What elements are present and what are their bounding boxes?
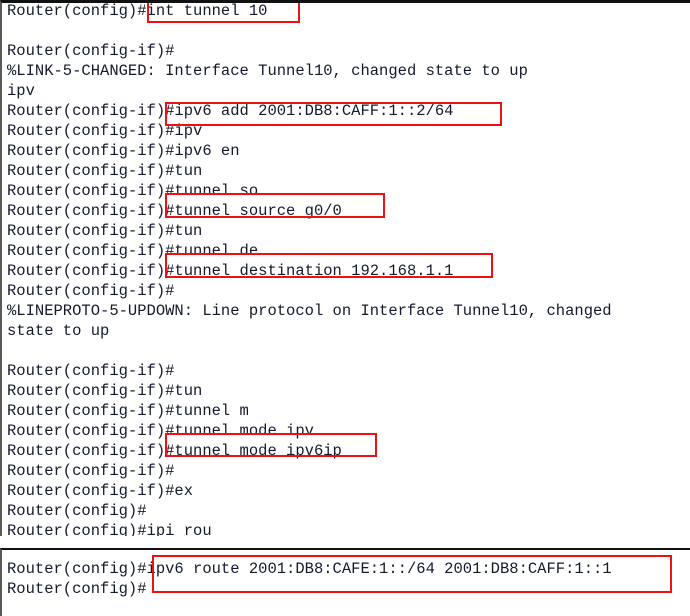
terminal-line: Router(config)# <box>7 580 147 598</box>
terminal-line: Router(config-if)#ipv <box>7 122 203 140</box>
terminal-line: Router(config-if)#ipv6 add 2001:DB8:CAFF… <box>7 102 454 120</box>
terminal-line: Router(config-if)#tun <box>7 382 203 400</box>
terminal-line: Router(config-if)# <box>7 42 175 60</box>
terminal-line: Router(config)# <box>7 502 147 520</box>
terminal-output-top[interactable]: Router(config)#int tunnel 10 Router(conf… <box>2 2 690 536</box>
terminal-line: %LINK-5-CHANGED: Interface Tunnel10, cha… <box>7 62 528 80</box>
terminal-line: Router(config-if)# <box>7 282 175 300</box>
terminal-line: ipv <box>7 82 35 100</box>
terminal-line-clipped: Router(config)#ipv6 route 2001:DB8:CAFE:… <box>2 550 690 559</box>
terminal-line: Router(config)#ipi rou <box>7 522 212 536</box>
terminal-line: Router(config-if)#ipv6 en <box>7 142 240 160</box>
terminal-line: Router(config-if)#tunnel so <box>7 182 259 200</box>
terminal-line: Router(config-if)# <box>7 462 175 480</box>
terminal-line: Router(config-if)#tunnel source g0/0 <box>7 202 342 220</box>
terminal-line: state to up <box>7 322 110 340</box>
console-panel-top: Router(config)#int tunnel 10 Router(conf… <box>0 0 690 536</box>
terminal-line: Router(config-if)#tunnel mode ipv <box>7 422 314 440</box>
terminal-line: Router(config)#ipv6 route 2001:DB8:CAFE:… <box>7 560 612 578</box>
terminal-line: Router(config-if)#tunnel de <box>7 242 259 260</box>
terminal-line: Router(config-if)#ex <box>7 482 194 500</box>
terminal-line: %LINEPROTO-5-UPDOWN: Line protocol on In… <box>7 302 612 320</box>
terminal-line: Router(config-if)# <box>7 362 175 380</box>
terminal-output-bottom[interactable]: Router(config)#ipv6 route 2001:DB8:CAFE:… <box>2 550 690 599</box>
terminal-line: Router(config-if)#tunnel destination 192… <box>7 262 454 280</box>
terminal-line: Router(config-if)#tunnel mode ipv6ip <box>7 442 342 460</box>
terminal-line: Router(config-if)#tun <box>7 222 203 240</box>
terminal-line: Router(config-if)#tun <box>7 162 203 180</box>
console-panel-bottom: Router(config)#ipv6 route 2001:DB8:CAFE:… <box>0 548 690 616</box>
terminal-line: Router(config-if)#tunnel m <box>7 402 249 420</box>
terminal-line: Router(config)#int tunnel 10 <box>7 2 268 20</box>
